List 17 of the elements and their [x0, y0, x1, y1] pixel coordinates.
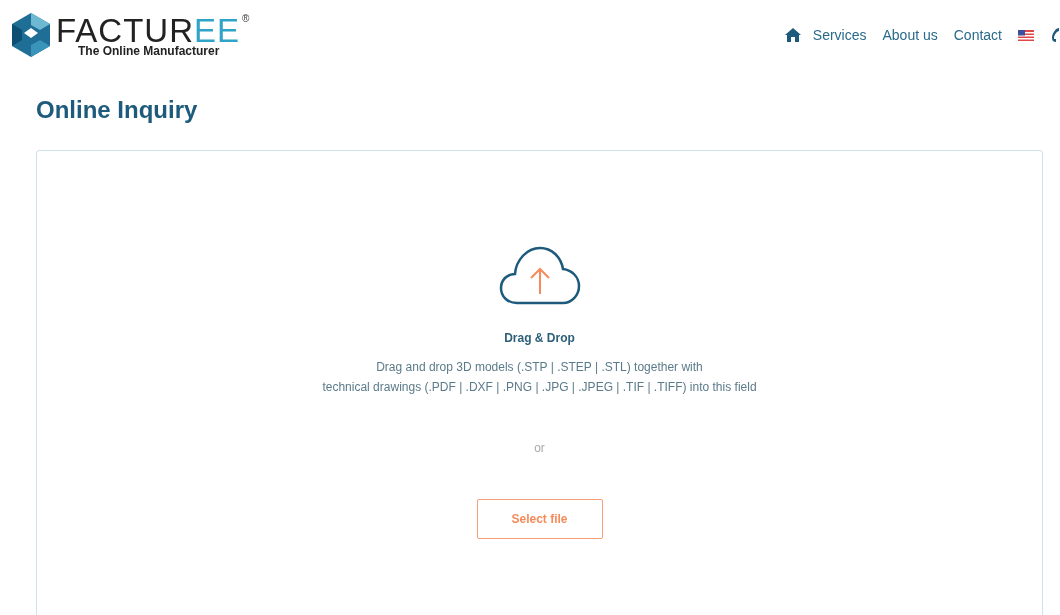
drop-instructions: technical drawings (.PDF | .DXF | .PNG | .JPG | .JPEG | .TIF | .TIFF) into this field — [322, 379, 757, 396]
drop-zone[interactable]: Drag & Drop Drag and drop 3D models (.STP | .STEP | .STL) together with technical drawings (.PDF | .DXF | .PNG | .JPG | .JPEG | .TIF | .TIFF) into this field or Select file — [36, 150, 1043, 615]
home-icon[interactable] — [784, 28, 801, 42]
drop-instructions: Drag and drop 3D models (.STP | .STEP | .STL) together with — [376, 359, 703, 376]
page-title: Online Inquiry — [36, 95, 199, 125]
phone-icon[interactable] — [1050, 27, 1060, 43]
nav-link[interactable]: Services — [812, 24, 867, 46]
nav-link[interactable]: Contact — [953, 24, 1002, 46]
cloud-upload-icon — [498, 245, 581, 307]
logo-tagline: The Online Manufacturer — [78, 44, 221, 57]
logo-icon — [10, 12, 52, 58]
logo-wordmark: FACTUREE — [56, 13, 241, 47]
nav-link[interactable]: About us — [882, 24, 938, 46]
flag-icon[interactable] — [1018, 29, 1034, 41]
drop-heading: Drag & Drop — [504, 330, 575, 347]
separator-text: or — [534, 440, 545, 457]
registered-mark: ® — [242, 13, 250, 24]
